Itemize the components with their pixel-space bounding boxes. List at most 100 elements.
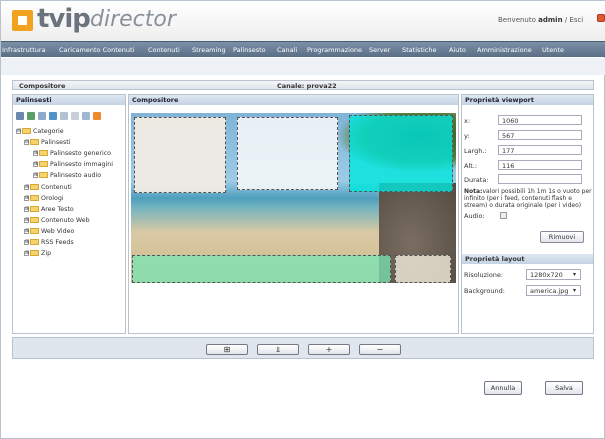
welcome-text: Benvenuto admin / Esci (498, 16, 583, 24)
duration-field[interactable] (498, 174, 582, 184)
menu-palinsesto[interactable]: Palinsesto (233, 46, 266, 54)
tree-node-zip[interactable]: ⊞ Zip (24, 250, 51, 259)
folder-icon (30, 228, 39, 234)
compositor-canvas[interactable] (131, 113, 456, 283)
expand-icon[interactable]: ⊞ (24, 184, 29, 190)
copy-icon[interactable] (27, 112, 35, 120)
tree-node-contenuto-web[interactable]: ⊞ Contenuto Web (24, 217, 90, 226)
edit-icon[interactable] (38, 112, 46, 120)
menu-statistiche[interactable]: Statistiche (402, 46, 436, 54)
folder-icon (39, 172, 48, 178)
width-label: Largh.: (464, 147, 487, 155)
tree-node-label: Contenuto Web (41, 217, 90, 224)
compositor-bar: Compositore Canale: prova22 (12, 80, 594, 90)
chevron-down-icon[interactable]: ▾ (570, 286, 579, 295)
grid-icon[interactable] (71, 112, 79, 120)
tree-node-web-video[interactable]: ⊞ Web Video (24, 228, 74, 237)
resolution-label: Risoluzione: (464, 271, 504, 279)
image-icon[interactable] (49, 112, 57, 120)
rss-icon[interactable] (93, 112, 101, 120)
tree-node-palinsesto-immagini[interactable]: ⊞ Palinsesto immagini (33, 161, 113, 170)
tree-node-palinsesti[interactable]: ⊟ Palinsesti (24, 139, 71, 148)
list-icon[interactable] (60, 112, 68, 120)
folder-icon (30, 250, 39, 256)
application-window: tvip director Benvenuto admin / Esci Inf… (0, 0, 605, 439)
menu-amministrazione[interactable]: Amministrazione (477, 46, 532, 54)
menu-server[interactable]: Server (369, 46, 390, 54)
expand-icon[interactable]: ⊞ (24, 217, 29, 223)
folder-icon (30, 206, 39, 212)
tree-node-label: Palinsesto immagini (50, 161, 113, 168)
folder-icon (39, 161, 48, 167)
tree-node-categorie[interactable]: ⊟ Categorie (16, 128, 64, 137)
tree-node-orologi[interactable]: ⊞ Orologi (24, 195, 64, 204)
tree-node-rss-feeds[interactable]: ⊞ RSS Feeds (24, 239, 74, 248)
separator: / (564, 16, 568, 24)
tree-node-label: Palinsesti (41, 139, 71, 146)
menu-infrastruttura[interactable]: Infrastruttura (2, 46, 46, 54)
logo-brand: tvip (37, 4, 91, 34)
schedules-panel: Palinsesti ⊟ Categorie ⊟ Palinsesti ⊞ Palin… (12, 94, 126, 334)
expand-icon[interactable]: ⊞ (24, 239, 29, 245)
remove-button[interactable]: Rimuovi (540, 231, 584, 243)
expand-icon[interactable]: ⊞ (33, 161, 38, 167)
expand-icon[interactable]: ⊞ (24, 228, 29, 234)
tree-node-label: Palinsesto audio (50, 172, 102, 179)
folder-icon (30, 239, 39, 245)
tree-node-aree-testo[interactable]: ⊞ Aree Testo (24, 206, 74, 215)
remove-region-button[interactable]: − (359, 344, 401, 355)
menu-canali[interactable]: Canali (277, 46, 297, 54)
folder-icon (39, 150, 48, 156)
logout-icon[interactable] (597, 14, 605, 22)
tree-node-label: Zip (41, 250, 52, 257)
menu-caricamento-contenuti[interactable]: Caricamento Contenuti (59, 46, 134, 54)
folder-icon (22, 128, 31, 134)
menu-contenuti[interactable]: Contenuti (148, 46, 180, 54)
audio-checkbox[interactable] (500, 212, 507, 219)
refresh-icon[interactable] (82, 112, 90, 120)
viewport-region[interactable] (237, 117, 338, 190)
collapse-icon[interactable]: ⊟ (16, 128, 21, 134)
add-region-button[interactable]: + (308, 344, 350, 355)
tree-toolbar (16, 112, 126, 122)
height-field[interactable]: 116 (498, 160, 582, 170)
chevron-down-icon[interactable]: ▾ (570, 270, 579, 279)
tree-node-contenuti[interactable]: ⊞ Contenuti (24, 184, 72, 193)
menu-aiuto[interactable]: Aiuto (449, 46, 466, 54)
tree-node-palinsesto-generico[interactable]: ⊞ Palinsesto generico (33, 150, 111, 159)
viewport-region[interactable] (134, 117, 226, 193)
collapse-icon[interactable]: ⊟ (24, 139, 29, 145)
grid-button[interactable]: ⊞ (206, 344, 248, 355)
tree-node-label: Palinsesto generico (50, 150, 112, 157)
expand-icon[interactable]: ⊞ (24, 195, 29, 201)
menu-programmazione[interactable]: Programmazione (307, 46, 362, 54)
expand-icon[interactable]: ⊞ (33, 172, 38, 178)
compositor-toolbar: ⊞ ⫫ + − (12, 337, 594, 359)
y-field[interactable]: 567 (498, 130, 582, 140)
expand-icon[interactable]: ⊞ (24, 206, 29, 212)
menu-streaming[interactable]: Streaming (192, 46, 226, 54)
viewport-region[interactable] (349, 115, 453, 192)
expand-icon[interactable]: ⊞ (33, 150, 38, 156)
width-field[interactable]: 177 (498, 145, 582, 155)
print-icon[interactable] (16, 112, 24, 120)
cancel-button[interactable]: Annulla (484, 381, 522, 395)
tree-node-palinsesto-audio[interactable]: ⊞ Palinsesto audio (33, 172, 101, 181)
logout-link[interactable]: Esci (569, 16, 583, 24)
logo-mark-icon (12, 10, 33, 31)
anchor-button[interactable]: ⫫ (257, 344, 299, 355)
viewport-region-selected[interactable] (395, 255, 451, 283)
height-label: Alt.: (464, 162, 478, 170)
menu-utente[interactable]: Utente (542, 46, 564, 54)
background-select[interactable]: america.jpg ▾ (526, 285, 581, 296)
tree-node-label: Web Video (41, 228, 75, 235)
folder-icon (30, 139, 39, 145)
folder-icon (30, 217, 39, 223)
expand-icon[interactable]: ⊞ (24, 250, 29, 256)
tree-node-label: Categorie (33, 128, 64, 135)
schedules-title: Palinsesti (13, 95, 125, 105)
save-button[interactable]: Salva (545, 381, 583, 395)
viewport-region[interactable] (132, 255, 391, 283)
x-field[interactable]: 1060 (498, 115, 582, 125)
resolution-select[interactable]: 1280x720 ▾ (526, 269, 581, 280)
